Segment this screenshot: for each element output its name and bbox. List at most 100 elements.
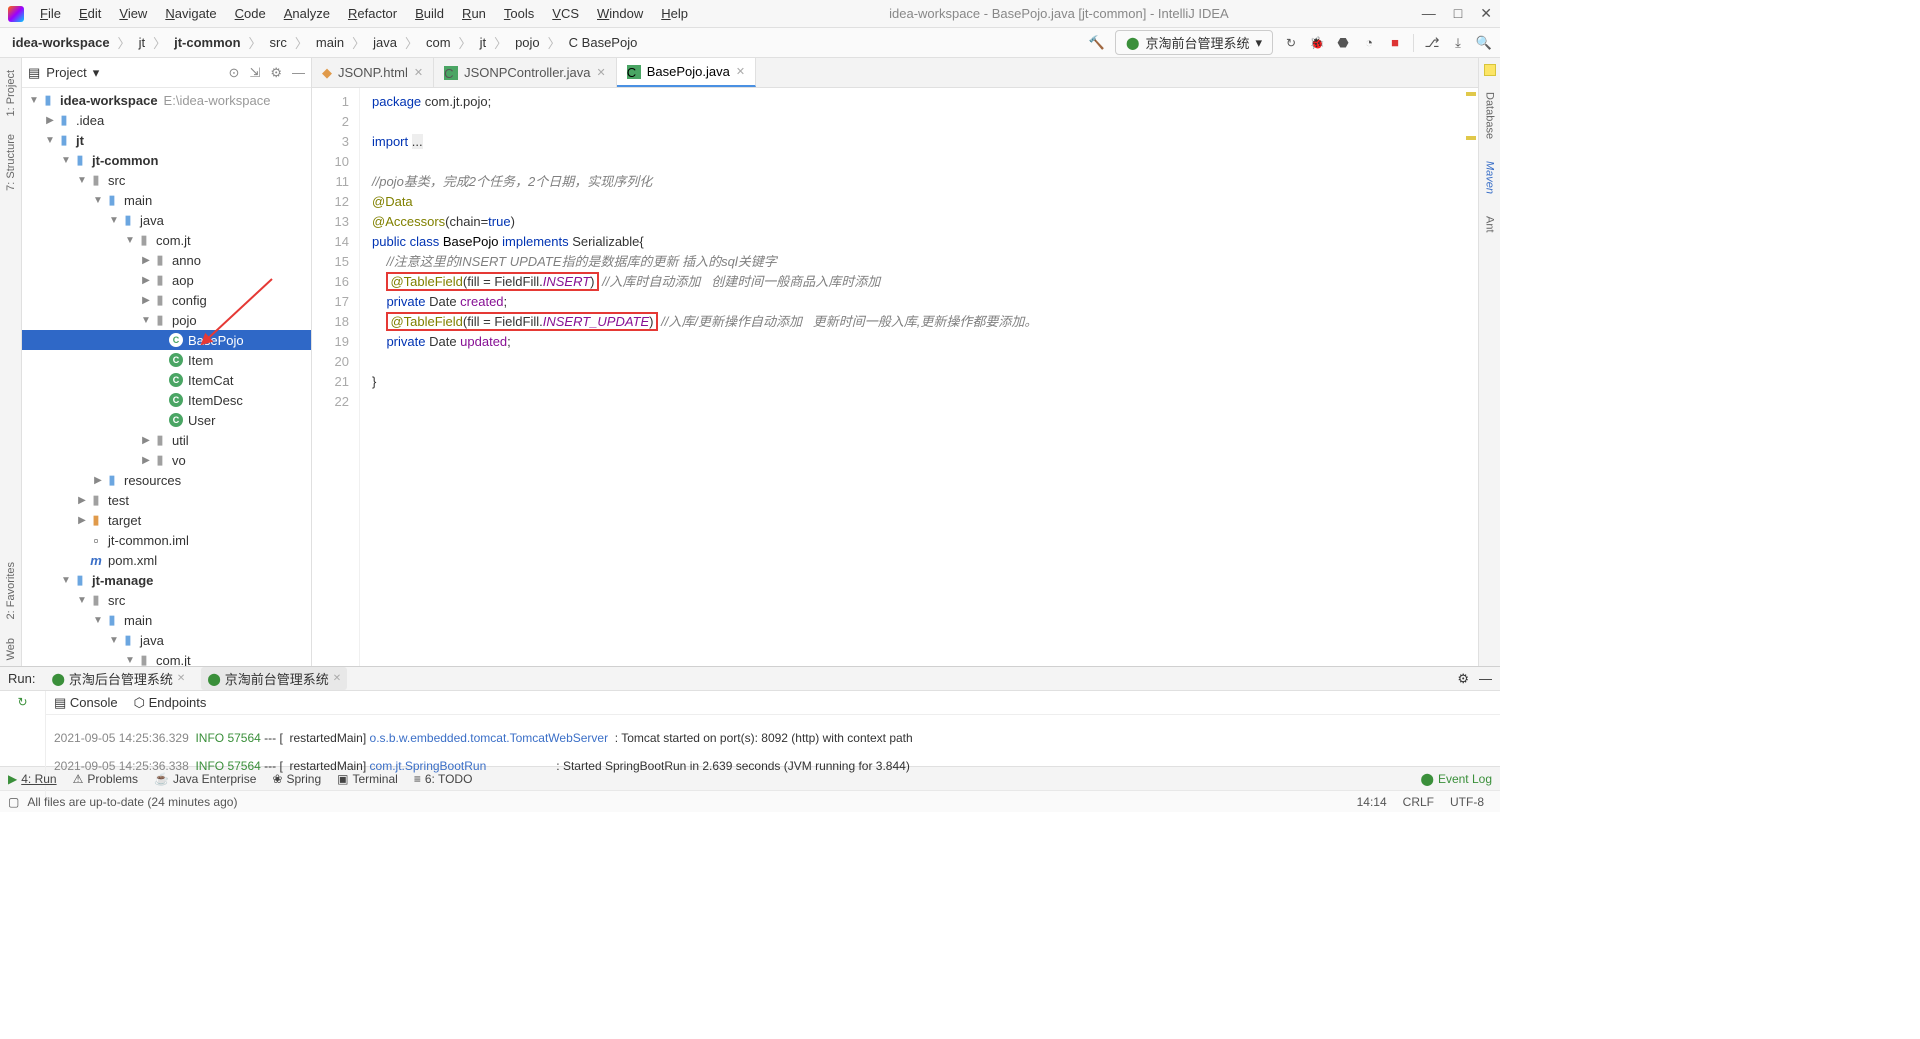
menu-run[interactable]: Run — [454, 4, 494, 23]
tool-todo[interactable]: ≡ 6: TODO — [414, 772, 473, 786]
menu-analyze[interactable]: Analyze — [276, 4, 338, 23]
breadcrumb-item[interactable]: C BasePojo — [565, 33, 642, 52]
menu-window[interactable]: Window — [589, 4, 651, 23]
hide-icon[interactable]: — — [292, 65, 305, 81]
event-log[interactable]: ⬤ Event Log — [1421, 772, 1492, 786]
breadcrumb-item[interactable]: pojo — [511, 33, 544, 52]
tree-item[interactable]: ▶▮util — [22, 430, 311, 450]
tree-item[interactable]: ▼▮jt — [22, 130, 311, 150]
tree-item[interactable]: ▫jt-common.iml — [22, 530, 311, 550]
menu-code[interactable]: Code — [227, 4, 274, 23]
tree-item[interactable]: ▶▮vo — [22, 450, 311, 470]
menu-view[interactable]: View — [111, 4, 155, 23]
tree-item[interactable]: mpom.xml — [22, 550, 311, 570]
select-opened-icon[interactable]: ⊙ — [229, 65, 240, 81]
tree-item[interactable]: ▼▮com.jt — [22, 230, 311, 250]
tree-item[interactable]: ▶▮target — [22, 510, 311, 530]
tool-database[interactable]: Database — [1484, 86, 1496, 145]
menu-refactor[interactable]: Refactor — [340, 4, 405, 23]
tool-structure[interactable]: 7: Structure — [5, 128, 17, 197]
breadcrumb-item[interactable]: src — [266, 33, 291, 52]
code-editor[interactable]: 12310111213141516171819202122 package co… — [312, 88, 1478, 666]
profile-icon[interactable]: ◔ — [1361, 35, 1377, 51]
close-icon[interactable]: ✕ — [177, 673, 185, 684]
file-encoding[interactable]: UTF-8 — [1442, 795, 1492, 809]
gear-icon[interactable]: ⚙ — [270, 65, 282, 81]
tool-maven[interactable]: Maven — [1484, 155, 1496, 200]
tool-terminal[interactable]: ▣ Terminal — [337, 772, 398, 786]
tree-item[interactable]: ▼▮idea-workspaceE:\idea-workspace — [22, 90, 311, 110]
menu-vcs[interactable]: VCS — [544, 4, 587, 23]
tool-spring[interactable]: ❀ Spring — [272, 772, 321, 786]
tree-item[interactable]: CItemDesc — [22, 390, 311, 410]
project-title[interactable]: Project — [46, 65, 86, 80]
breadcrumb-item[interactable]: jt — [135, 33, 150, 52]
tree-item[interactable]: ▼▮src — [22, 590, 311, 610]
rerun-icon[interactable]: ↻ — [1283, 35, 1299, 51]
console-tab[interactable]: ▤ Console — [54, 695, 118, 711]
tool-java-ee[interactable]: ☕ Java Enterprise — [154, 772, 256, 786]
tree-item[interactable]: ▼▮pojo — [22, 310, 311, 330]
close-icon[interactable]: ✕ — [414, 66, 423, 79]
build-icon[interactable]: 🔨 — [1089, 35, 1105, 51]
menu-file[interactable]: File — [32, 4, 69, 23]
breadcrumb-item[interactable]: com — [422, 33, 455, 52]
tree-item[interactable]: CItem — [22, 350, 311, 370]
tool-favorites[interactable]: 2: Favorites — [5, 556, 17, 625]
menu-help[interactable]: Help — [653, 4, 696, 23]
tree-item[interactable]: ▶▮aop — [22, 270, 311, 290]
run-config-selector[interactable]: ⬤ 京淘前台管理系统 ▾ — [1115, 30, 1273, 55]
tree-item[interactable]: ▼▮main — [22, 610, 311, 630]
hide-icon[interactable]: — — [1479, 671, 1492, 686]
tree-item[interactable]: ▶▮anno — [22, 250, 311, 270]
debug-icon[interactable]: 🐞 — [1309, 35, 1325, 51]
quick-access-icon[interactable]: ▢ — [8, 795, 19, 809]
tree-item[interactable]: CItemCat — [22, 370, 311, 390]
git-icon[interactable]: ⎇ — [1424, 35, 1440, 51]
tree-item[interactable]: ▶▮.idea — [22, 110, 311, 130]
endpoints-tab[interactable]: ⬡ Endpoints — [134, 695, 207, 711]
tree-item[interactable]: ▼▮com.jt — [22, 650, 311, 666]
editor-tab[interactable]: ◆JSONP.html✕ — [312, 58, 434, 87]
chevron-down-icon[interactable]: ▾ — [93, 65, 100, 81]
tree-item[interactable]: CUser — [22, 410, 311, 430]
tree-item[interactable]: ▼▮jt-common — [22, 150, 311, 170]
run-tab-1[interactable]: ⬤ 京淘后台管理系统 ✕ — [45, 667, 191, 690]
tool-problems[interactable]: ⚠ Problems — [73, 772, 138, 786]
menu-edit[interactable]: Edit — [71, 4, 109, 23]
code-body[interactable]: package com.jt.pojo;import ...//pojo基类，完… — [360, 88, 1478, 666]
tree-item[interactable]: ▶▮resources — [22, 470, 311, 490]
breadcrumb[interactable]: idea-workspace〉jt〉jt-common〉src〉main〉jav… — [8, 33, 641, 52]
search-icon[interactable]: 🔍 — [1476, 35, 1492, 51]
editor-tab[interactable]: CJSONPController.java✕ — [434, 58, 617, 87]
run-tab-2[interactable]: ⬤ 京淘前台管理系统 ✕ — [201, 667, 347, 690]
breadcrumb-item[interactable]: java — [369, 33, 401, 52]
tree-item[interactable]: CBasePojo — [22, 330, 311, 350]
tool-project[interactable]: 1: Project — [5, 64, 17, 122]
stop-icon[interactable]: ■ — [1387, 35, 1403, 51]
breadcrumb-item[interactable]: idea-workspace — [8, 33, 114, 52]
breadcrumb-item[interactable]: jt-common — [170, 33, 244, 52]
tree-item[interactable]: ▼▮jt-manage — [22, 570, 311, 590]
menu-tools[interactable]: Tools — [496, 4, 542, 23]
rerun-icon[interactable]: ↻ — [17, 695, 27, 709]
tool-run[interactable]: ▶4: Run — [8, 772, 57, 786]
menu-build[interactable]: Build — [407, 4, 452, 23]
tool-ant[interactable]: Ant — [1484, 210, 1496, 239]
close-icon[interactable]: ✕ — [597, 66, 606, 79]
gear-icon[interactable]: ⚙ — [1457, 671, 1469, 687]
tree-item[interactable]: ▼▮java — [22, 630, 311, 650]
expand-icon[interactable]: ⇲ — [249, 65, 260, 81]
tree-item[interactable]: ▶▮test — [22, 490, 311, 510]
tree-item[interactable]: ▼▮java — [22, 210, 311, 230]
minimize-icon[interactable]: — — [1422, 5, 1436, 22]
update-icon[interactable]: ⤓ — [1450, 35, 1466, 51]
tree-item[interactable]: ▶▮config — [22, 290, 311, 310]
coverage-icon[interactable]: ⬣ — [1335, 35, 1351, 51]
close-icon[interactable]: ✕ — [1480, 5, 1492, 22]
editor-tab[interactable]: CBasePojo.java✕ — [617, 58, 756, 87]
tool-web[interactable]: Web — [5, 632, 17, 666]
breadcrumb-item[interactable]: main — [312, 33, 348, 52]
tree-item[interactable]: ▼▮src — [22, 170, 311, 190]
caret-position[interactable]: 14:14 — [1349, 795, 1395, 809]
